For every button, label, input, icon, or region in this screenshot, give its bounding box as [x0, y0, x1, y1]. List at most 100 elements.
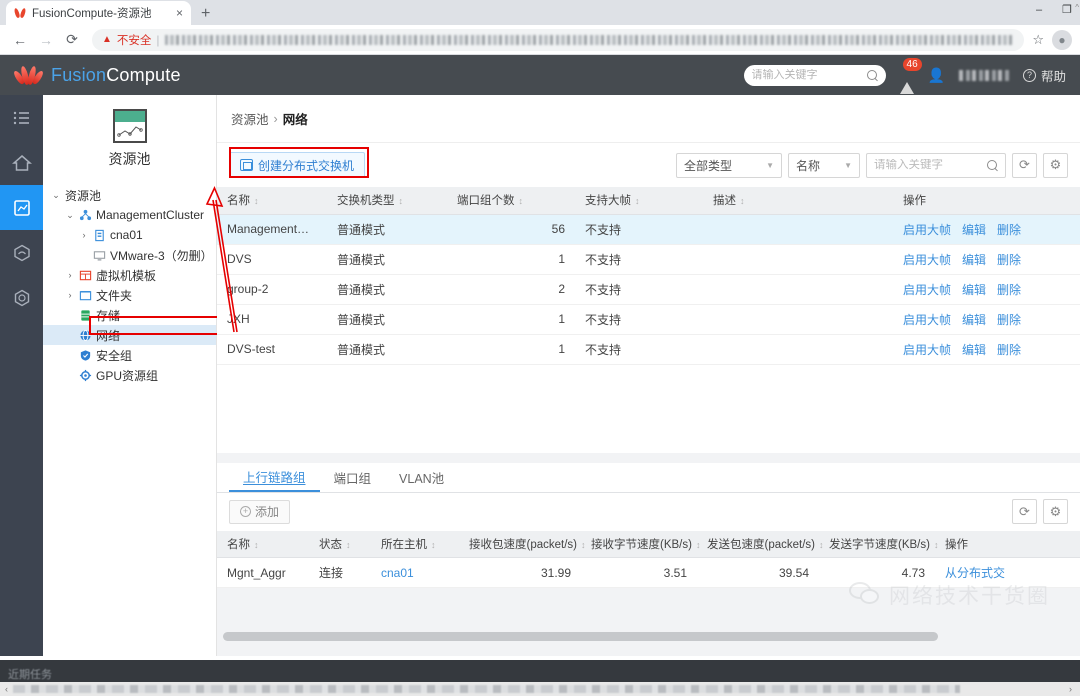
col-portgroup-count[interactable]: 端口组个数↕	[447, 187, 575, 214]
table-row[interactable]: DVS 普通模式 1 不支持 启用大帧 编辑 删除	[217, 244, 1080, 274]
delete-link[interactable]: 删除	[997, 311, 1021, 328]
tree-node-resource-pool[interactable]: ⌄ 资源池	[43, 185, 216, 205]
col-name[interactable]: 名称↕	[217, 531, 309, 558]
scroll-up-icon[interactable]: ^	[1075, 3, 1079, 12]
delete-link[interactable]: 删除	[997, 221, 1021, 238]
enable-jumbo-link[interactable]: 启用大帧	[903, 281, 951, 298]
rail-item-monitor[interactable]	[0, 275, 43, 320]
search-icon[interactable]	[987, 160, 998, 171]
rail-item-list[interactable]	[0, 95, 43, 140]
col-status[interactable]: 状态↕	[309, 531, 371, 558]
delete-link[interactable]: 删除	[997, 281, 1021, 298]
tab-vlan-pool[interactable]: VLAN池	[385, 463, 458, 492]
col-name[interactable]: 名称↕	[217, 187, 327, 214]
host-link[interactable]: cna01	[381, 566, 414, 580]
alarm-indicator[interactable]: 46	[900, 68, 914, 82]
tree-node-label: 存储	[96, 307, 120, 324]
refresh-button[interactable]: ⟳	[1012, 153, 1037, 178]
create-distributed-switch-button[interactable]: 创建分布式交换机	[229, 152, 365, 178]
table-row[interactable]: DVS-test 普通模式 1 不支持 启用大帧 编辑 删除	[217, 334, 1080, 364]
scrollbar-track[interactable]	[223, 632, 1074, 641]
chevron-down-icon[interactable]: ⌄	[51, 190, 61, 201]
refresh-button[interactable]: ⟳	[1012, 499, 1037, 524]
close-icon[interactable]: ×	[176, 7, 183, 19]
col-switch-type[interactable]: 交换机类型↕	[327, 187, 447, 214]
table-row[interactable]: Mgnt_Aggr 连接 cna01 31.99 3.51 39.54 4.73…	[217, 558, 1080, 588]
col-description[interactable]: 描述↕	[703, 187, 833, 214]
settings-button[interactable]: ⚙	[1043, 153, 1068, 178]
bookmark-star-icon[interactable]: ☆	[1026, 32, 1050, 48]
col-tx-byte-rate[interactable]: 发送字节速度(KB/s)↕	[819, 531, 935, 558]
col-rx-packet-rate[interactable]: 接收包速度(packet/s)↕	[459, 531, 581, 558]
tree-node-storage[interactable]: 存储	[43, 305, 216, 325]
settings-button[interactable]: ⚙	[1043, 499, 1068, 524]
tree-node-vmware-3[interactable]: VMware-3（勿删）	[43, 245, 216, 265]
tab-port-group[interactable]: 端口组	[320, 463, 386, 492]
horizontal-scrollbar[interactable]	[217, 632, 1080, 644]
user-icon[interactable]: 👤	[928, 67, 945, 84]
minimize-icon[interactable]: –	[1036, 4, 1042, 16]
enable-jumbo-link[interactable]: 启用大帧	[903, 221, 951, 238]
search-icon[interactable]	[867, 70, 878, 81]
tree-node-management-cluster[interactable]: ⌄ ManagementCluster	[43, 205, 216, 225]
edit-link[interactable]: 编辑	[962, 221, 986, 238]
maximize-icon[interactable]: ❐	[1062, 4, 1072, 16]
address-bar[interactable]: ▲ 不安全 |	[92, 29, 1024, 51]
expand-icon[interactable]: ›	[1069, 684, 1072, 694]
enable-jumbo-link[interactable]: 启用大帧	[903, 341, 951, 358]
tree-node-vm-template[interactable]: › 虚拟机模板	[43, 265, 216, 285]
cell-jumbo: 不支持	[575, 274, 703, 304]
rail-item-home[interactable]	[0, 140, 43, 185]
table-row[interactable]: ManagementDVS 普通模式 56 不支持 启用大帧 编辑 删除	[217, 214, 1080, 244]
help-button[interactable]: ? 帮助	[1023, 66, 1066, 85]
switch-search-box[interactable]	[866, 153, 1006, 178]
tree-node-network[interactable]: 网络	[43, 325, 216, 345]
tree-node-cna01[interactable]: › cna01	[43, 225, 216, 245]
switch-search-input[interactable]	[874, 159, 983, 171]
cell-actions: 启用大帧 编辑 删除	[893, 304, 1080, 334]
add-button[interactable]: + 添加	[229, 500, 290, 524]
avatar[interactable]: ●	[1052, 30, 1072, 50]
col-jumbo-frame[interactable]: 支持大帧↕	[575, 187, 703, 214]
delete-link[interactable]: 删除	[997, 251, 1021, 268]
edit-link[interactable]: 编辑	[962, 341, 986, 358]
edit-link[interactable]: 编辑	[962, 281, 986, 298]
tree-node-folder[interactable]: › 文件夹	[43, 285, 216, 305]
breadcrumb-root[interactable]: 资源池	[231, 109, 269, 128]
tree-node-gpu-group[interactable]: GPU资源组	[43, 365, 216, 385]
new-tab-button[interactable]: +	[191, 5, 220, 25]
chevron-down-icon[interactable]: ⌄	[65, 210, 75, 221]
table-header-row: 名称↕ 状态↕ 所在主机↕ 接收包速度(packet/s)↕ 接收字节速度(KB…	[217, 531, 1080, 558]
scrollbar-thumb[interactable]	[223, 632, 938, 641]
enable-jumbo-link[interactable]: 启用大帧	[903, 311, 951, 328]
chevron-right-icon[interactable]: ›	[79, 230, 89, 240]
header-search-box[interactable]	[744, 65, 886, 86]
edit-link[interactable]: 编辑	[962, 251, 986, 268]
switch-icon	[240, 159, 253, 171]
collapse-icon[interactable]: ‹	[0, 684, 13, 694]
remove-from-switch-link[interactable]: 从分布式交	[945, 566, 1005, 580]
header-search-input[interactable]	[752, 69, 867, 81]
browser-tab[interactable]: FusionCompute-资源池 ×	[6, 1, 191, 25]
cell-spacer	[833, 304, 893, 334]
col-host[interactable]: 所在主机↕	[371, 531, 459, 558]
enable-jumbo-link[interactable]: 启用大帧	[903, 251, 951, 268]
recent-tasks-bar[interactable]	[0, 660, 1080, 682]
back-icon[interactable]: ←	[8, 28, 32, 52]
delete-link[interactable]: 删除	[997, 341, 1021, 358]
table-row[interactable]: group-2 普通模式 2 不支持 启用大帧 编辑 删除	[217, 274, 1080, 304]
field-filter-select[interactable]: 名称 ▼	[788, 153, 860, 178]
tree-node-security-group[interactable]: 安全组	[43, 345, 216, 365]
tab-uplink-group[interactable]: 上行链路组	[229, 463, 320, 492]
reload-icon[interactable]: ⟳	[60, 28, 84, 52]
col-rx-byte-rate[interactable]: 接收字节速度(KB/s)↕	[581, 531, 697, 558]
type-filter-select[interactable]: 全部类型 ▼	[676, 153, 782, 178]
rail-item-resource-pool[interactable]	[0, 185, 43, 230]
col-tx-packet-rate[interactable]: 发送包速度(packet/s)↕	[697, 531, 819, 558]
rail-item-service[interactable]	[0, 230, 43, 275]
chevron-right-icon[interactable]: ›	[65, 290, 75, 300]
detail-toolbar: + 添加 ⟳ ⚙	[217, 493, 1080, 531]
edit-link[interactable]: 编辑	[962, 311, 986, 328]
table-row[interactable]: JXH 普通模式 1 不支持 启用大帧 编辑 删除	[217, 304, 1080, 334]
chevron-right-icon[interactable]: ›	[65, 270, 75, 280]
